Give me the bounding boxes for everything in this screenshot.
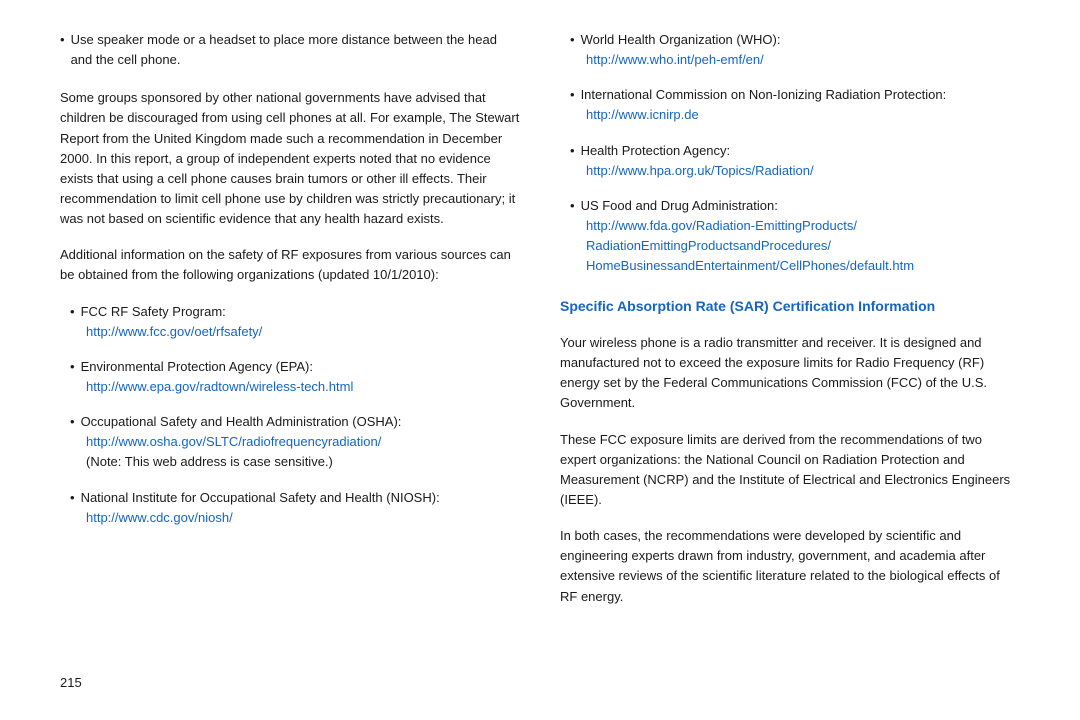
bullet-dot-fda: • bbox=[570, 196, 575, 216]
bullet-label-hpa: Health Protection Agency: bbox=[581, 141, 731, 161]
link-epa[interactable]: http://www.epa.gov/radtown/wireless-tech… bbox=[70, 377, 520, 397]
note-osha: (Note: This web address is case sensitiv… bbox=[70, 452, 520, 472]
right-column: • World Health Organization (WHO): http:… bbox=[560, 30, 1020, 665]
bullet-fda: • US Food and Drug Administration: http:… bbox=[560, 196, 1020, 277]
bullet-who: • World Health Organization (WHO): http:… bbox=[560, 30, 1020, 70]
content-area: • Use speaker mode or a headset to place… bbox=[60, 30, 1020, 665]
page-number: 215 bbox=[60, 675, 1020, 690]
link-who[interactable]: http://www.who.int/peh-emf/en/ bbox=[570, 50, 1020, 70]
bullet-label-niosh: National Institute for Occupational Safe… bbox=[81, 488, 440, 508]
link-fda-line3[interactable]: HomeBusinessandEntertainment/CellPhones/… bbox=[570, 256, 1020, 276]
section-heading-sar: Specific Absorption Rate (SAR) Certifica… bbox=[560, 297, 1020, 317]
link-fda-line2[interactable]: RadiationEmittingProductsandProcedures/ bbox=[570, 236, 1020, 256]
bullet-label-who: World Health Organization (WHO): bbox=[581, 30, 781, 50]
link-fda-line1[interactable]: http://www.fda.gov/Radiation-EmittingPro… bbox=[570, 216, 1020, 236]
bullet-dot-fcc: • bbox=[70, 302, 75, 322]
bullet-dot-osha: • bbox=[70, 412, 75, 432]
bullet-fcc: • FCC RF Safety Program: http://www.fcc.… bbox=[60, 302, 520, 342]
paragraph-national-governments: Some groups sponsored by other national … bbox=[60, 88, 520, 229]
page: • Use speaker mode or a headset to place… bbox=[0, 0, 1080, 720]
top-bullet-headset: • Use speaker mode or a headset to place… bbox=[60, 30, 520, 70]
bullet-label-icnirp: International Commission on Non-Ionizing… bbox=[581, 85, 947, 105]
paragraph-sar-2: These FCC exposure limits are derived fr… bbox=[560, 430, 1020, 511]
bullet-dot-who: • bbox=[570, 30, 575, 50]
link-hpa[interactable]: http://www.hpa.org.uk/Topics/Radiation/ bbox=[570, 161, 1020, 181]
bullet-icnirp: • International Commission on Non-Ionizi… bbox=[560, 85, 1020, 125]
bullet-dot-icnirp: • bbox=[570, 85, 575, 105]
bullet-dot: • bbox=[60, 30, 65, 50]
bullet-label-osha: Occupational Safety and Health Administr… bbox=[81, 412, 402, 432]
bullet-label-epa: Environmental Protection Agency (EPA): bbox=[81, 357, 313, 377]
bullet-osha: • Occupational Safety and Health Adminis… bbox=[60, 412, 520, 472]
link-icnirp[interactable]: http://www.icnirp.de bbox=[570, 105, 1020, 125]
link-niosh[interactable]: http://www.cdc.gov/niosh/ bbox=[70, 508, 520, 528]
paragraph-sar-1: Your wireless phone is a radio transmitt… bbox=[560, 333, 1020, 414]
bullet-dot-hpa: • bbox=[570, 141, 575, 161]
bullet-dot-epa: • bbox=[70, 357, 75, 377]
bullet-label-fcc: FCC RF Safety Program: bbox=[81, 302, 226, 322]
bullet-niosh: • National Institute for Occupational Sa… bbox=[60, 488, 520, 528]
link-osha[interactable]: http://www.osha.gov/SLTC/radiofrequencyr… bbox=[70, 432, 520, 452]
bullet-label-fda: US Food and Drug Administration: bbox=[581, 196, 778, 216]
top-bullet-text: Use speaker mode or a headset to place m… bbox=[71, 30, 520, 70]
bullet-hpa: • Health Protection Agency: http://www.h… bbox=[560, 141, 1020, 181]
paragraph-sar-3: In both cases, the recommendations were … bbox=[560, 526, 1020, 607]
bullet-dot-niosh: • bbox=[70, 488, 75, 508]
left-column: • Use speaker mode or a headset to place… bbox=[60, 30, 520, 665]
paragraph-additional-info: Additional information on the safety of … bbox=[60, 245, 520, 285]
link-fcc[interactable]: http://www.fcc.gov/oet/rfsafety/ bbox=[70, 322, 520, 342]
bullet-epa: • Environmental Protection Agency (EPA):… bbox=[60, 357, 520, 397]
